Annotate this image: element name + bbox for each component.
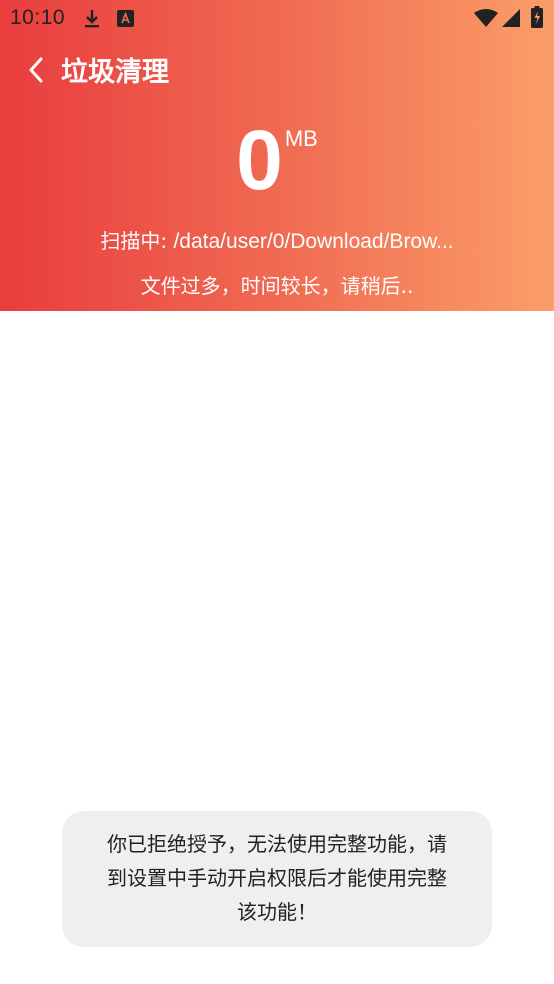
app-notification-icon <box>117 10 137 30</box>
status-bar: 10:10 <box>0 0 554 38</box>
permission-denied-toast: 你已拒绝授予，无法使用完整功能，请 到设置中手动开启权限后才能使用完整 该功能！ <box>62 811 492 947</box>
scan-note: 文件过多，时间较长，请稍后.. <box>140 274 414 298</box>
junk-size-unit: MB <box>284 126 318 151</box>
download-icon <box>82 8 102 28</box>
toast-line: 到设置中手动开启权限后才能使用完整 <box>107 866 447 890</box>
wifi-icon <box>474 9 498 29</box>
status-time: 10:10 <box>10 6 66 29</box>
junk-size-value: 0 <box>236 113 283 207</box>
toast-line: 你已拒绝授予，无法使用完整功能，请 <box>107 832 447 856</box>
scan-prefix: 扫描中: <box>100 229 174 253</box>
header-banner: 10:10 垃圾清理 0MB 扫描中: /data/user/0/Downloa… <box>0 0 554 311</box>
junk-size-display: 0MB <box>0 112 554 208</box>
battery-charging-icon <box>531 6 551 28</box>
signal-icon <box>502 9 522 29</box>
scan-path: /data/user/0/Download/Brow... <box>173 230 454 253</box>
chevron-left-icon <box>28 57 44 87</box>
toast-line: 该功能！ <box>237 900 317 924</box>
scan-status: 扫描中: /data/user/0/Download/Brow... <box>0 226 554 257</box>
junk-clean-screen: 10:10 垃圾清理 0MB 扫描中: /data/user/0/Downloa… <box>0 0 554 984</box>
page-title: 垃圾清理 <box>61 57 169 88</box>
back-button[interactable] <box>18 54 54 90</box>
